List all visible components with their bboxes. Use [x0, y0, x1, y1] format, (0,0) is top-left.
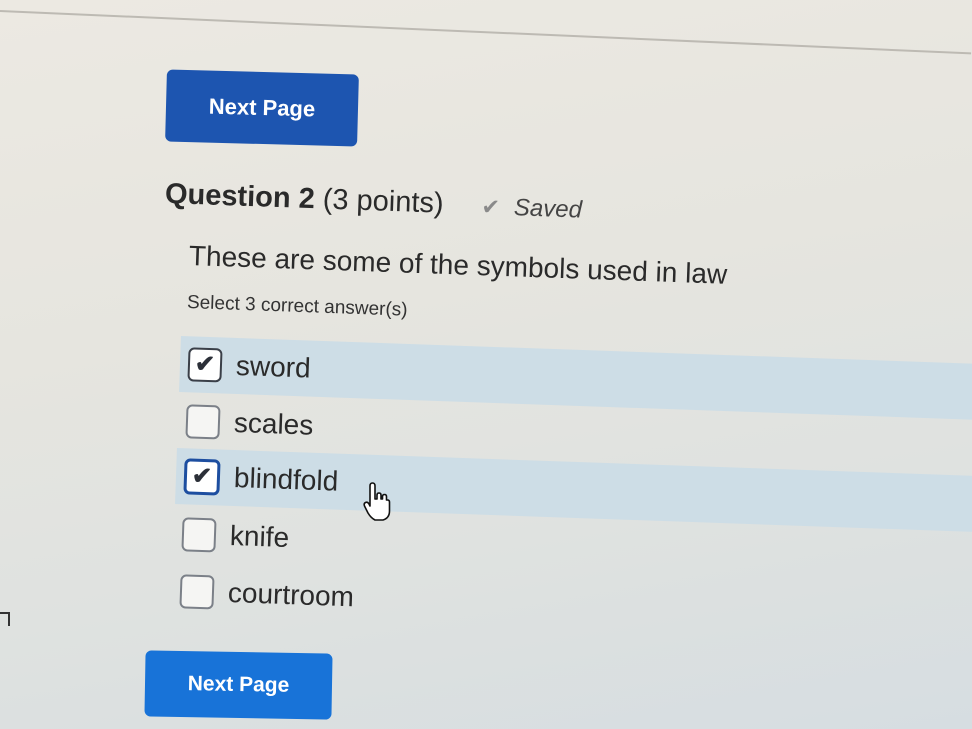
next-page-button-top[interactable]: Next Page [165, 69, 359, 147]
next-page-button-bottom[interactable]: Next Page [144, 650, 333, 720]
question-instruction: Select 3 correct answer(s) [186, 292, 408, 321]
question-points: (3 points) [322, 183, 445, 220]
check-icon: ✔ [194, 350, 216, 379]
question-prompt: These are some of the symbols used in la… [188, 240, 728, 290]
checkbox-courtroom[interactable] [179, 574, 215, 610]
checkbox-sword[interactable]: ✔ [187, 347, 223, 383]
option-label: knife [229, 519, 290, 554]
check-icon: ✔ [481, 194, 501, 220]
quiz-page: Next Page Question 2 (3 points) ✔ Saved … [0, 0, 972, 729]
edge-fragment [0, 612, 10, 626]
question-title: Question 2 [164, 178, 316, 216]
option-label: scales [233, 406, 314, 441]
saved-status: Saved [513, 194, 583, 224]
hand-cursor-icon [363, 482, 391, 521]
divider [0, 10, 972, 55]
checkbox-knife[interactable] [181, 517, 217, 553]
option-label: courtroom [227, 576, 355, 613]
check-icon: ✔ [191, 462, 213, 491]
option-label: blindfold [233, 462, 339, 497]
checkbox-scales[interactable] [185, 404, 221, 440]
option-label: sword [235, 349, 312, 384]
question-header: Question 2 (3 points) ✔ Saved [164, 178, 582, 226]
checkbox-blindfold[interactable]: ✔ [183, 458, 221, 496]
